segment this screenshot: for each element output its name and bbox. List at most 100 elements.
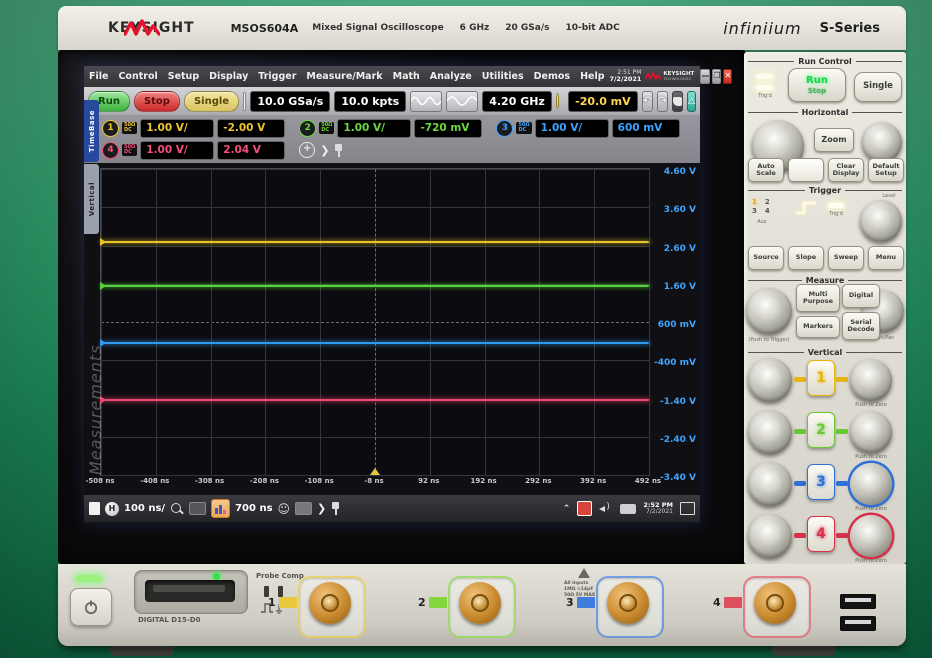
horizontal-auto-scale-button[interactable]: Auto Scale — [748, 158, 784, 182]
channel-2-offset-readout[interactable]: -720 mV — [414, 119, 482, 138]
channel-2-icon[interactable]: 2 — [299, 120, 316, 137]
single-button[interactable]: Single — [184, 91, 239, 112]
channel-1-input-connector[interactable] — [309, 582, 351, 624]
single-button-panel[interactable]: Single — [854, 72, 902, 102]
horizontal-blank-button[interactable] — [788, 158, 824, 182]
zoom-button[interactable]: Zoom — [814, 128, 854, 152]
touch-toggle-button[interactable] — [672, 91, 683, 112]
horizontal-icon[interactable]: H — [105, 502, 119, 516]
menu-item-help[interactable]: Help — [575, 71, 609, 82]
trigger-menu-button[interactable]: Menu — [868, 246, 904, 270]
channel-1-offset-knob[interactable] — [850, 359, 892, 401]
add-channel-button[interactable]: + — [299, 142, 315, 158]
trigger-source-indicator[interactable] — [556, 93, 559, 109]
measure-digital-button[interactable]: Digital — [842, 284, 880, 308]
channel-3-icon[interactable]: 3 — [496, 120, 513, 137]
trigger-level-readout[interactable]: -20.0 mV — [568, 91, 638, 112]
side-tab-timebase[interactable]: TimeBase — [84, 100, 99, 162]
horizontal-default-setup-button[interactable]: Default Setup — [868, 158, 904, 182]
histogram-tool-button[interactable] — [211, 499, 230, 518]
bandwidth-readout[interactable]: 4.20 GHz — [482, 91, 552, 112]
menu-item-analyze[interactable]: Analyze — [425, 71, 477, 82]
smiley-icon[interactable]: ☺ — [278, 502, 291, 516]
menu-item-math[interactable]: Math — [388, 71, 425, 82]
search-icon[interactable] — [170, 502, 184, 516]
channel-2-coupling-badge[interactable]: 50ΩDC — [319, 122, 334, 134]
channel-3-offset-knob[interactable] — [850, 463, 892, 505]
expand-chevron-icon[interactable]: ❯ — [320, 144, 329, 157]
trigger-source-button[interactable]: Source — [748, 246, 784, 270]
channel-4-input-connector[interactable] — [754, 582, 796, 624]
digital-pod-connector[interactable] — [134, 570, 248, 614]
channel-2-offset-knob[interactable] — [850, 411, 892, 453]
channel-4-icon[interactable]: 4 — [102, 142, 119, 159]
page-icon[interactable] — [89, 502, 100, 515]
channel-1-offset-readout[interactable]: -2.00 V — [217, 119, 285, 138]
channel-4-coupling-badge[interactable]: 50ΩDC — [122, 144, 137, 156]
measure-markers-button[interactable]: Markers — [796, 316, 840, 338]
pushpin-icon[interactable] — [334, 144, 343, 157]
undo-button[interactable]: ↶ — [642, 91, 653, 112]
trigger-slope-button[interactable]: Slope — [788, 246, 824, 270]
channel-1-scale-readout[interactable]: 1.00 V/ — [140, 119, 214, 138]
run-stop-button[interactable]: Run Stop — [788, 68, 846, 102]
measure-serial-decode-button[interactable]: Serial Decode — [842, 312, 880, 340]
memory-depth-readout[interactable]: 10.0 kpts — [334, 91, 406, 112]
touch-box-button[interactable] — [243, 92, 246, 111]
clipboard-icon[interactable] — [295, 502, 312, 515]
marker-tool-button[interactable]: △ — [687, 91, 696, 112]
channel-4-offset-knob[interactable] — [850, 515, 892, 557]
channel-1-coupling-badge[interactable]: 50ΩDC — [122, 122, 137, 134]
minimize-button[interactable]: — — [700, 69, 710, 84]
sample-rate-readout[interactable]: 10.0 GSa/s — [250, 91, 330, 112]
close-button[interactable]: ✕ — [723, 69, 732, 84]
horizontal-position-readout[interactable]: 700 ns — [235, 503, 272, 514]
channel-1-icon[interactable]: 1 — [102, 120, 119, 137]
stop-button[interactable]: Stop — [134, 91, 180, 112]
measure-multi-purpose-button[interactable]: Multi Purpose — [796, 284, 840, 312]
menu-item-utilities[interactable]: Utilities — [477, 71, 529, 82]
menu-item-control[interactable]: Control — [113, 71, 162, 82]
display-icon[interactable] — [189, 502, 206, 515]
pushpin-icon[interactable] — [331, 502, 340, 515]
horizontal-delay-knob[interactable] — [862, 122, 902, 162]
waveform-style-button[interactable] — [410, 91, 442, 112]
channel-4-scale-knob[interactable] — [748, 514, 792, 558]
channel-3-offset-readout[interactable]: 600 mV — [612, 119, 680, 138]
channel-3-coupling-badge[interactable]: 50ΩDC — [516, 122, 531, 134]
channel-4-offset-readout[interactable]: 2.04 V — [217, 141, 285, 160]
channel-1-enable-button[interactable]: 1 — [807, 360, 835, 396]
menu-item-demos[interactable]: Demos — [529, 71, 575, 82]
horizontal-scale-readout[interactable]: 100 ns/ — [124, 503, 165, 514]
channel-2-scale-knob[interactable] — [748, 410, 792, 454]
channel-4-scale-readout[interactable]: 1.00 V/ — [140, 141, 214, 160]
menu-item-file[interactable]: File — [84, 71, 113, 82]
channel-3-scale-readout[interactable]: 1.00 V/ — [535, 119, 609, 138]
restore-button[interactable]: ❐ — [712, 69, 721, 84]
channel-3-input-connector[interactable] — [607, 582, 649, 624]
channel-3-scale-knob[interactable] — [748, 462, 792, 506]
tray-overflow-icon[interactable]: ⌃ — [563, 504, 571, 514]
trigger-level-knob[interactable] — [860, 200, 902, 242]
taskbar-clock[interactable]: 2:52 PM 7/2/2021 — [643, 502, 673, 515]
trigger-sweep-button[interactable]: Sweep — [828, 246, 864, 270]
channel-2-input-connector[interactable] — [459, 582, 501, 624]
menu-item-setup[interactable]: Setup — [163, 71, 204, 82]
channel-1-scale-knob[interactable] — [748, 358, 792, 402]
channel-2-enable-button[interactable]: 2 — [807, 412, 835, 448]
channel-4-enable-button[interactable]: 4 — [807, 516, 835, 552]
menu-item-trigger[interactable]: Trigger — [253, 71, 301, 82]
expand-chevron-icon[interactable]: ❯ — [317, 502, 326, 515]
redo-button[interactable]: ↷ — [657, 91, 668, 112]
usb-port-1[interactable] — [840, 594, 876, 609]
channel-2-scale-readout[interactable]: 1.00 V/ — [337, 119, 411, 138]
usb-port-2[interactable] — [840, 616, 876, 631]
menu-item-display[interactable]: Display — [204, 71, 253, 82]
power-button[interactable] — [70, 588, 112, 626]
menu-item-measuremark[interactable]: Measure/Mark — [301, 71, 387, 82]
notification-icon[interactable] — [680, 502, 695, 515]
speaker-icon[interactable] — [599, 503, 613, 515]
channel-3-enable-button[interactable]: 3 — [807, 464, 835, 500]
tray-app-icon[interactable] — [577, 501, 592, 516]
side-tab-vertical[interactable]: Vertical — [84, 164, 99, 234]
